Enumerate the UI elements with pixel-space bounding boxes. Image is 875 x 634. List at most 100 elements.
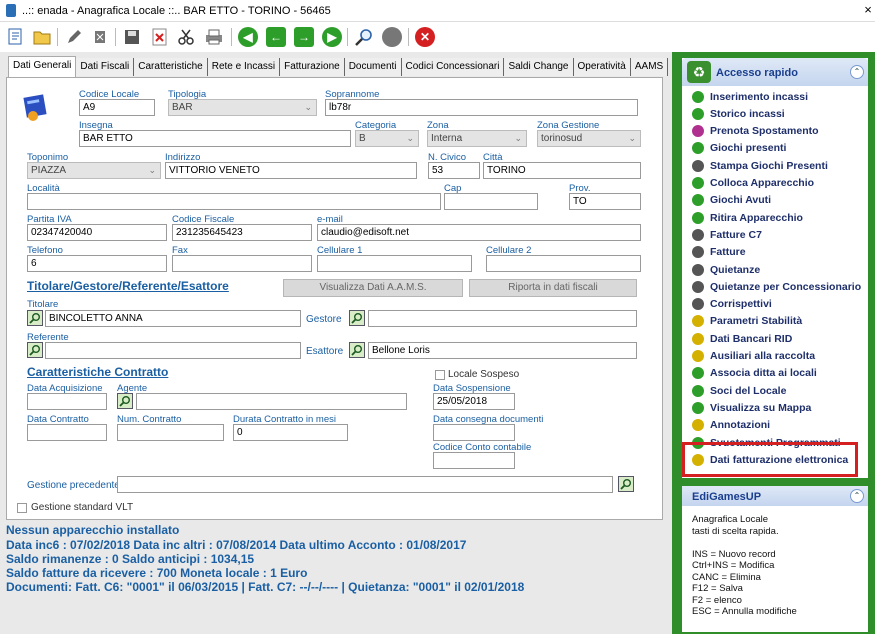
- durata-contratto-field[interactable]: 0: [233, 424, 348, 441]
- quick-access-item[interactable]: Inserimento incassi: [692, 88, 808, 105]
- quick-access-item[interactable]: Storico incassi: [692, 105, 785, 122]
- quick-access-item[interactable]: Quietanze per Concessionario: [692, 278, 861, 295]
- refresh-icon[interactable]: [381, 26, 403, 48]
- quick-access-item-label: Storico incassi: [710, 107, 785, 120]
- quick-access-item[interactable]: Giochi presenti: [692, 140, 786, 157]
- fax-field[interactable]: [172, 255, 312, 272]
- n-civico-field[interactable]: 53: [428, 162, 480, 179]
- data-contratto-field[interactable]: [27, 424, 107, 441]
- data-consegna-field[interactable]: [433, 424, 515, 441]
- quick-access-item[interactable]: Parametri Stabilità: [692, 313, 802, 330]
- zona-select[interactable]: Interna ⌄: [427, 130, 527, 147]
- tab-caratteristiche[interactable]: Caratteristiche: [134, 58, 208, 76]
- telefono-field[interactable]: 6: [27, 255, 167, 272]
- localita-field[interactable]: [27, 193, 441, 210]
- partita-iva-field[interactable]: 02347420040: [27, 224, 167, 241]
- cut-icon[interactable]: [175, 26, 197, 48]
- esattore-field[interactable]: Bellone Loris: [368, 342, 637, 359]
- prov-field[interactable]: TO: [569, 193, 641, 210]
- titolare-field[interactable]: BINCOLETTO ANNA: [45, 310, 301, 327]
- title-bar: ..:: enada - Anagrafica Locale ::.. BAR …: [0, 0, 875, 22]
- edit-icon[interactable]: [63, 26, 85, 48]
- toponimo-select[interactable]: PIAZZA ⌄: [27, 162, 161, 179]
- codice-locale-field[interactable]: A9: [79, 99, 155, 116]
- num-contratto-field[interactable]: [117, 424, 224, 441]
- quick-access-item[interactable]: Ausiliari alla raccolta: [692, 348, 815, 365]
- quick-access-item[interactable]: Quietanze: [692, 261, 760, 278]
- quick-access-item[interactable]: Colloca Apparecchio: [692, 175, 814, 192]
- tab-dati-generali[interactable]: Dati Generali: [8, 56, 77, 77]
- collapse-icon[interactable]: ⌃: [850, 489, 864, 503]
- titolare-search-icon[interactable]: [27, 310, 43, 326]
- quick-access-header[interactable]: ♻ Accesso rapido ⌃: [682, 58, 868, 86]
- chevron-down-icon: ⌄: [514, 133, 522, 143]
- close-icon[interactable]: ✕: [414, 26, 436, 48]
- tab-codici-concessionari[interactable]: Codici Concessionari: [401, 58, 505, 76]
- quick-access-item-label: Parametri Stabilità: [710, 315, 803, 328]
- tab-fatturazione[interactable]: Fatturazione: [280, 58, 345, 76]
- quick-access-item[interactable]: Ritira Apparecchio: [692, 209, 803, 226]
- cap-field[interactable]: [444, 193, 538, 210]
- codice-conto-field[interactable]: [433, 452, 515, 469]
- data-sospensione-field[interactable]: 25/05/2018: [433, 393, 515, 410]
- quick-access-item-label: Quietanze per Concessionario: [710, 280, 862, 293]
- tab-dati-fiscali[interactable]: Dati Fiscali: [76, 58, 135, 76]
- riporta-dati-fiscali-button[interactable]: Riporta in dati fiscali: [469, 279, 637, 297]
- esattore-search-icon[interactable]: [349, 342, 365, 358]
- gestione-vlt-checkbox[interactable]: [17, 503, 27, 513]
- locale-sospeso-checkbox[interactable]: [435, 370, 445, 380]
- print-icon[interactable]: [203, 26, 225, 48]
- next-record-icon[interactable]: →: [293, 26, 315, 48]
- prev-record-icon[interactable]: ←: [265, 26, 287, 48]
- quick-access-item[interactable]: Stampa Giochi Presenti: [692, 157, 828, 174]
- quick-access-item[interactable]: Corrispettivi: [692, 296, 772, 313]
- tipologia-select[interactable]: BAR ⌄: [168, 99, 317, 116]
- quick-access-item[interactable]: Giochi Avuti: [692, 192, 771, 209]
- last-record-icon[interactable]: ▶: [321, 26, 343, 48]
- new-doc-icon[interactable]: [5, 26, 27, 48]
- search-icon[interactable]: [353, 26, 375, 48]
- first-record-icon[interactable]: ◀: [237, 26, 259, 48]
- referente-search-icon[interactable]: [27, 342, 43, 358]
- categoria-select[interactable]: B ⌄: [355, 130, 419, 147]
- open-folder-icon[interactable]: [31, 26, 53, 48]
- cancel-icon[interactable]: [149, 26, 171, 48]
- agente-field[interactable]: [136, 393, 407, 410]
- tab-aams[interactable]: AAMS: [630, 58, 669, 76]
- quick-access-item[interactable]: Soci del Locale: [692, 382, 786, 399]
- edigames-header[interactable]: EdiGamesUP ⌃: [682, 486, 868, 506]
- citta-field[interactable]: TORINO: [483, 162, 641, 179]
- indirizzo-field[interactable]: VITTORIO VENETO: [165, 162, 417, 179]
- quick-access-item[interactable]: Visualizza su Mappa: [692, 399, 811, 416]
- quick-access-item[interactable]: Associa ditta ai locali: [692, 365, 817, 382]
- save-icon[interactable]: [121, 26, 143, 48]
- gestore-field[interactable]: [368, 310, 637, 327]
- email-field[interactable]: claudio@edisoft.net: [317, 224, 641, 241]
- visualizza-aams-button[interactable]: Visualizza Dati A.A.M.S.: [283, 279, 463, 297]
- soprannome-field[interactable]: lb78r: [325, 99, 638, 116]
- quick-access-item[interactable]: Fatture: [692, 244, 746, 261]
- tab-operativita[interactable]: Operatività: [573, 58, 631, 76]
- quick-access-item-label: Fatture C7: [710, 228, 762, 241]
- quick-access-item[interactable]: Annotazioni: [692, 417, 770, 434]
- tab-saldi-change[interactable]: Saldi Change: [504, 58, 574, 76]
- quick-access-item[interactable]: Fatture C7: [692, 226, 762, 243]
- codice-fiscale-field[interactable]: 231235645423: [172, 224, 312, 241]
- referente-field[interactable]: [45, 342, 301, 359]
- tab-documenti[interactable]: Documenti: [344, 58, 402, 76]
- delete-icon[interactable]: [89, 26, 111, 48]
- window-close-button[interactable]: ×: [861, 0, 875, 20]
- quick-access-item[interactable]: Dati Bancari RID: [692, 330, 792, 347]
- data-acquisizione-field[interactable]: [27, 393, 107, 410]
- agente-search-icon[interactable]: [117, 393, 133, 409]
- gestore-search-icon[interactable]: [349, 310, 365, 326]
- cellulare1-field[interactable]: [317, 255, 472, 272]
- insegna-field[interactable]: BAR ETTO: [79, 130, 351, 147]
- gestione-precedente-field[interactable]: [117, 476, 613, 493]
- quick-access-item[interactable]: Prenota Spostamento: [692, 123, 819, 140]
- collapse-icon[interactable]: ⌃: [850, 65, 864, 79]
- gestione-precedente-search-icon[interactable]: [618, 476, 634, 492]
- zona-gestione-select[interactable]: torinosud ⌄: [537, 130, 641, 147]
- cellulare2-field[interactable]: [486, 255, 641, 272]
- tab-rete-e-incassi[interactable]: Rete e Incassi: [207, 58, 281, 76]
